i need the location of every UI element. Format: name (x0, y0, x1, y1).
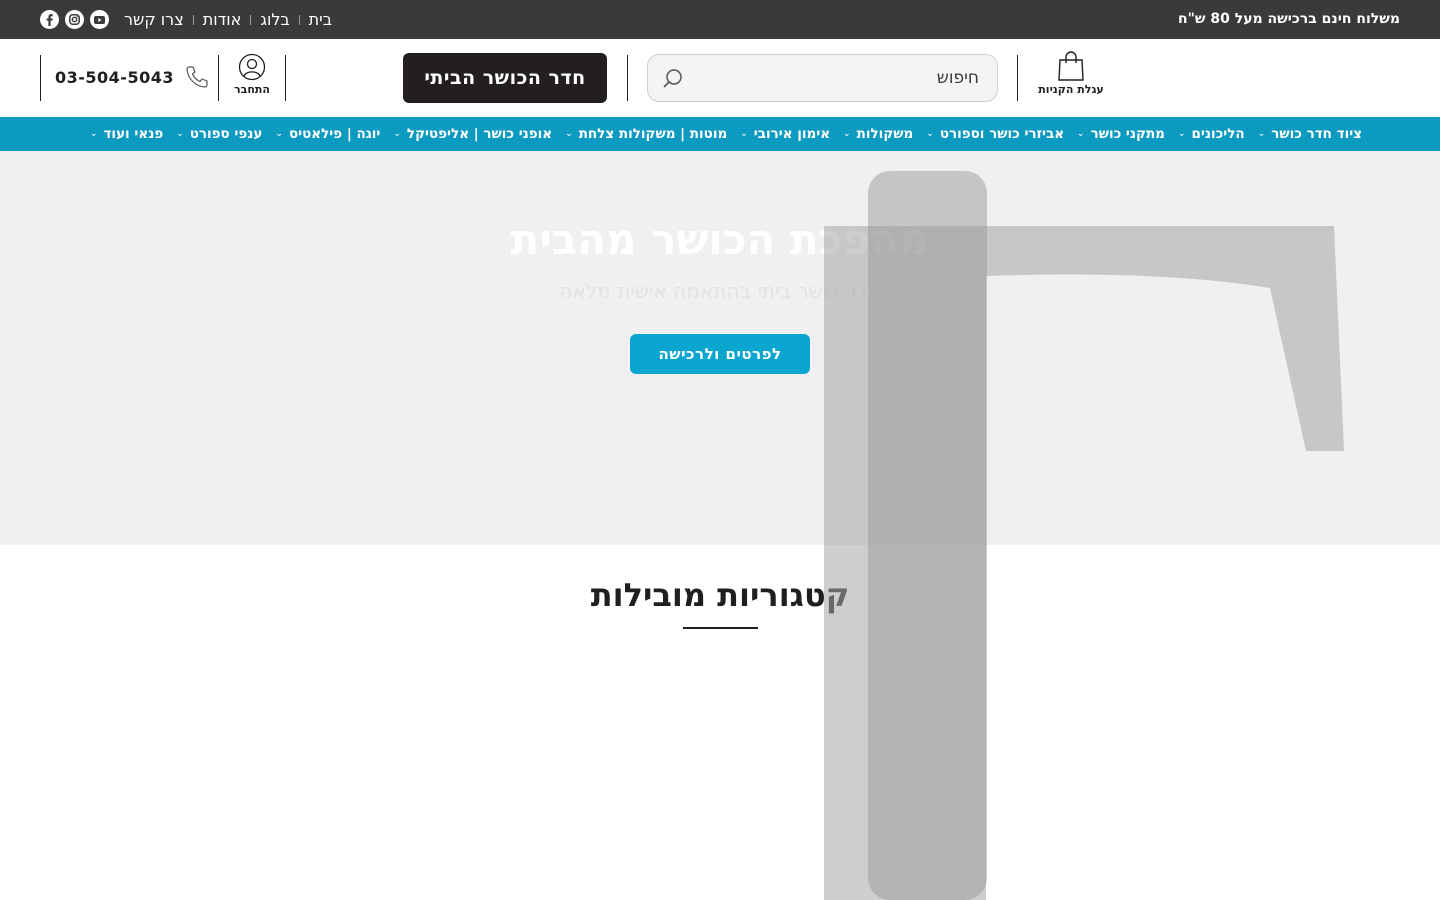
login-label: התחבר (234, 83, 270, 96)
header-divider (285, 55, 286, 101)
top-bar: משלוח חינם ברכישה מעל 80 ש"ח צרו קשר אוד… (0, 0, 1440, 39)
toplink-contact[interactable]: צרו קשר (124, 0, 193, 39)
nav-item-label: ענפי ספורט (189, 126, 263, 142)
header-divider (218, 55, 219, 101)
nav-item-aerobic[interactable]: אימון אירובי ⌄ (727, 126, 830, 142)
chevron-down-icon: ⌄ (926, 129, 934, 139)
user-icon (238, 53, 266, 81)
chevron-down-icon: ⌄ (275, 129, 283, 139)
header-divider (1017, 55, 1018, 101)
facebook-icon[interactable] (40, 10, 59, 29)
chevron-down-icon: ⌄ (89, 129, 98, 139)
nav-item-yoga-pilates[interactable]: יוגה | פילאטיס ⌄ (262, 126, 380, 142)
hero-banner: מהפכת הכושר מהבית חדר כושר ביתי בהתאמה א… (0, 151, 1440, 545)
chevron-down-icon: ⌄ (393, 129, 401, 139)
toplink-about[interactable]: אודות (194, 0, 251, 39)
phone-contact[interactable]: 03-504-5043 (55, 64, 210, 90)
hero-details-button[interactable]: לפרטים ולרכישה (630, 334, 810, 374)
nav-list: ציוד חדר כושר ⌄ הליכונים ⌄ מתקני כושר ⌄ אבי… (77, 117, 1362, 151)
chevron-down-icon: ⌄ (1077, 129, 1085, 139)
nav-item-gym-equipment[interactable]: ציוד חדר כושר ⌄ (1245, 126, 1362, 142)
nav-item-label: הליכונים (1191, 126, 1245, 142)
nav-item-fitness-machines[interactable]: מתקני כושר ⌄ (1064, 126, 1165, 142)
chevron-down-icon: ⌄ (843, 129, 851, 139)
login-button[interactable]: התחבר (226, 53, 278, 96)
instagram-icon[interactable] (65, 10, 84, 29)
youtube-icon[interactable] (90, 10, 109, 29)
main-nav: ציוד חדר כושר ⌄ הליכונים ⌄ מתקני כושר ⌄ אבי… (0, 117, 1440, 151)
hero-title: מהפכת הכושר מהבית (510, 215, 930, 264)
nav-item-label: אופני כושר | אליפטיקל (406, 126, 553, 142)
cart-button[interactable]: עגלת הקניות (1036, 51, 1106, 96)
phone-number: 03-504-5043 (55, 67, 174, 87)
social-links (40, 10, 109, 29)
chevron-down-icon: ⌄ (1257, 129, 1266, 139)
shopping-bag-icon (1058, 51, 1084, 81)
nav-item-leisure[interactable]: פנאי ועוד ⌄ (77, 126, 163, 142)
chevron-down-icon: ⌄ (740, 129, 748, 139)
toplink-blog[interactable]: בלוג (251, 0, 298, 39)
chevron-down-icon: ⌄ (176, 129, 184, 139)
home-gym-button[interactable]: חדר הכושר הביתי (403, 53, 607, 103)
site-header: עגלת הקניות חדר הכושר הביתי התחבר 03-504… (0, 39, 1440, 117)
nav-item-sports[interactable]: ענפי ספורט ⌄ (163, 126, 262, 142)
chevron-down-icon: ⌄ (565, 129, 573, 139)
toplink-home[interactable]: בית (300, 0, 341, 39)
search-box (647, 54, 998, 102)
nav-item-label: מוטות | משקולות צלחת (578, 126, 728, 142)
nav-item-label: אימון אירובי (753, 126, 831, 142)
top-links: צרו קשר אודות בלוג בית (124, 0, 341, 39)
nav-item-bikes-elliptical[interactable]: אופני כושר | אליפטיקל ⌄ (380, 126, 552, 142)
categories-title: קטגוריות מובילות (590, 576, 850, 614)
phone-icon (186, 66, 208, 88)
header-divider (627, 55, 628, 101)
nav-item-label: ציוד חדר כושר (1271, 126, 1362, 142)
free-shipping-notice: משלוח חינם ברכישה מעל 80 ש"ח (1177, 11, 1400, 27)
nav-item-treadmills[interactable]: הליכונים ⌄ (1165, 126, 1245, 142)
cart-label: עגלת הקניות (1038, 83, 1104, 96)
nav-item-accessories[interactable]: אביזרי כושר וספורט ⌄ (913, 126, 1064, 142)
header-divider (40, 55, 41, 101)
nav-item-label: משקולות (856, 126, 914, 142)
nav-item-bars-plates[interactable]: מוטות | משקולות צלחת ⌄ (552, 126, 727, 142)
nav-item-label: יוגה | פילאטיס (288, 126, 381, 142)
nav-item-weights[interactable]: משקולות ⌄ (830, 126, 913, 142)
nav-item-label: פנאי ועוד (103, 126, 164, 142)
hero-subtitle: חדר כושר ביתי בהתאמה אישית מלאה (559, 279, 881, 303)
chevron-down-icon: ⌄ (1177, 129, 1186, 139)
nav-item-label: מתקני כושר (1090, 126, 1165, 142)
categories-underline (683, 627, 758, 629)
search-input[interactable] (699, 55, 979, 101)
nav-item-label: אביזרי כושר וספורט (939, 126, 1065, 142)
search-icon[interactable] (662, 68, 684, 90)
